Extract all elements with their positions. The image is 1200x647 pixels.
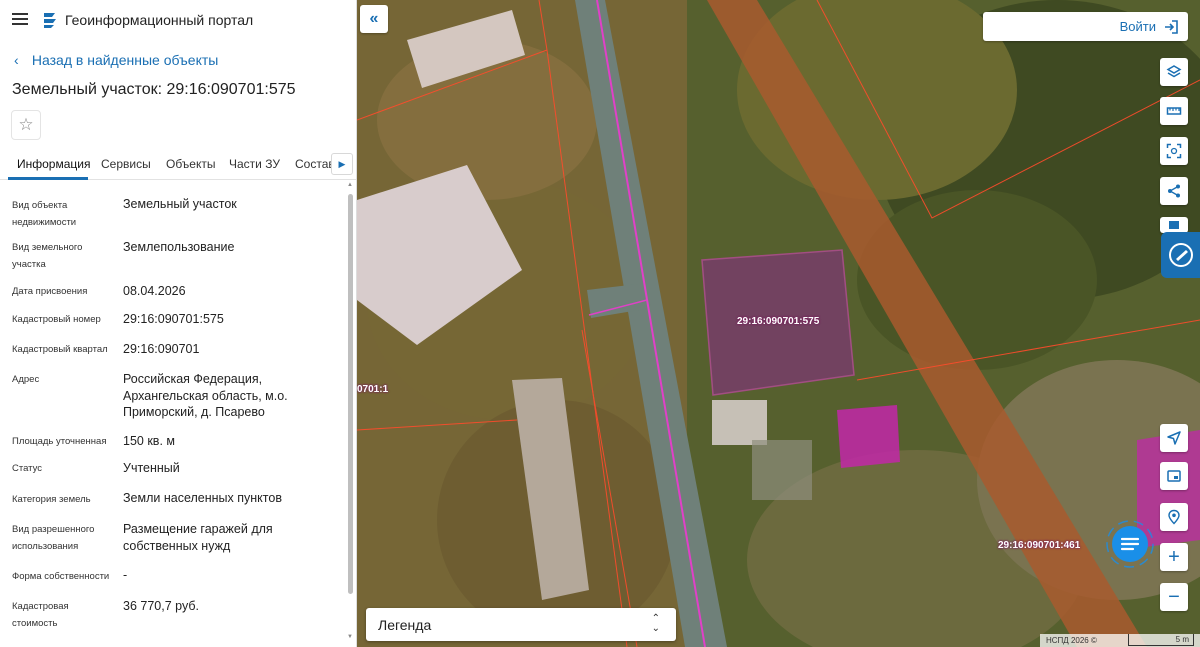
property-label: Статус <box>12 463 43 474</box>
object-title: Земельный участок: 29:16:090701:575 <box>12 81 296 98</box>
ruler-icon <box>1166 107 1182 115</box>
login-label: Войти <box>1119 19 1156 34</box>
assistant-chat-button[interactable] <box>1106 520 1154 568</box>
info-panel: Геоинформационный портал ‹ Назад в найде… <box>0 0 357 647</box>
top-bar: Геоинформационный портал <box>0 0 356 40</box>
property-label: Кадастровая стоимость <box>12 601 69 629</box>
map-attribution: НСПД 2026 © 5 m <box>1040 634 1200 647</box>
feedback-tab-button[interactable] <box>1161 232 1200 278</box>
portal-logo-icon <box>44 13 56 28</box>
minimap-button[interactable] <box>1160 462 1188 490</box>
location-pin-icon <box>1168 509 1180 525</box>
property-value: - <box>123 568 128 582</box>
location-search-button[interactable] <box>1160 503 1188 531</box>
property-value: Российская Федерация, Архангельская обла… <box>123 372 288 419</box>
select-area-icon <box>1166 143 1182 159</box>
attribution-text: НСПД 2026 © <box>1046 636 1097 645</box>
star-icon: ☆ <box>18 115 34 134</box>
property-label: Вид разрешенного использования <box>12 524 95 552</box>
feedback-chat-icon <box>1168 243 1193 267</box>
ruler-button[interactable] <box>1160 97 1188 125</box>
print-icon <box>1169 221 1179 229</box>
tab-information[interactable]: Информация <box>17 157 90 171</box>
chevron-left-icon: ‹ <box>14 52 19 68</box>
panel-scrollbar[interactable]: ▲ ▼ <box>346 182 355 647</box>
property-value: 36 770,7 руб. <box>123 599 199 613</box>
caret-right-icon: ▶ <box>338 158 346 169</box>
scroll-up-arrow-icon[interactable]: ▲ <box>347 182 353 188</box>
property-value: 29:16:090701:575 <box>123 312 224 326</box>
scroll-down-arrow-icon[interactable]: ▼ <box>347 634 353 640</box>
app-root: Геоинформационный портал ‹ Назад в найде… <box>0 0 1200 647</box>
parcel-label-left: 0701:1 <box>357 384 389 395</box>
zoom-out-button[interactable]: − <box>1160 583 1188 611</box>
property-label: Кадастровый квартал <box>12 344 108 355</box>
tab-bar: Информация Сервисы Объекты Части ЗУ Сост… <box>0 150 356 180</box>
tabs-scroll-right-button[interactable]: ▶ <box>331 153 353 175</box>
hamburger-menu-icon[interactable] <box>12 13 28 25</box>
parcel-label-main: 29:16:090701:575 <box>737 316 820 327</box>
minus-icon: − <box>1168 586 1180 608</box>
property-label: Вид объекта недвижимости <box>12 200 77 228</box>
property-value: 150 кв. м <box>123 434 175 448</box>
scroll-thumb[interactable] <box>348 194 353 594</box>
minimap-icon <box>1167 470 1181 482</box>
legend-selector[interactable]: Легенда ⌃ ⌄ <box>366 608 676 641</box>
print-button[interactable] <box>1160 217 1188 233</box>
scale-bar: 5 m <box>1128 634 1194 646</box>
share-button[interactable] <box>1160 177 1188 205</box>
tab-objects[interactable]: Объекты <box>166 157 216 171</box>
parcel-label-neighbor: 29:16:090701:461 <box>998 540 1081 551</box>
tab-services[interactable]: Сервисы <box>101 157 151 171</box>
zoom-in-button[interactable]: + <box>1160 543 1188 571</box>
map-view[interactable]: 29:16:090701:575 29:16:090701:461 0701:1 <box>357 0 1200 647</box>
portal-title: Геоинформационный портал <box>65 12 254 28</box>
property-value: 29:16:090701 <box>123 342 200 356</box>
property-label: Дата присвоения <box>12 286 88 297</box>
property-label: Кадастровый номер <box>12 314 101 325</box>
login-button[interactable]: Войти <box>983 12 1188 41</box>
back-link-label: Назад в найденные объекты <box>31 52 219 68</box>
tab-composition[interactable]: Состав <box>295 157 335 171</box>
property-value: Учтенный <box>123 461 180 475</box>
collapse-panel-button[interactable]: « <box>360 5 388 33</box>
active-tab-indicator <box>8 177 88 180</box>
property-value: Землепользование <box>123 240 235 254</box>
login-arrow-icon <box>1165 20 1178 34</box>
layers-button[interactable] <box>1160 58 1188 86</box>
property-label: Площадь уточненная <box>12 436 107 447</box>
property-value: 08.04.2026 <box>123 284 186 298</box>
tab-parts[interactable]: Части ЗУ <box>229 157 280 171</box>
plus-icon: + <box>1168 546 1180 568</box>
geolocation-button[interactable] <box>1160 424 1188 452</box>
double-chevron-left-icon: « <box>369 10 379 27</box>
legend-label: Легенда <box>378 617 432 633</box>
property-label: Вид земельного участка <box>12 242 83 270</box>
property-value: Земли населенных пунктов <box>123 491 282 505</box>
property-value: Земельный участок <box>123 197 237 211</box>
property-label: Категория земель <box>12 494 91 505</box>
property-label: Форма собственности <box>12 571 110 582</box>
favorite-star-button[interactable]: ☆ <box>11 110 41 140</box>
up-down-chevron-icon: ⌃ ⌄ <box>651 613 660 634</box>
back-to-results-link[interactable]: ‹ Назад в найденные объекты <box>14 52 218 68</box>
select-area-button[interactable] <box>1160 137 1188 165</box>
property-value: Размещение гаражей для собственных нужд <box>123 522 273 553</box>
property-label: Адрес <box>12 374 40 385</box>
layers-icon <box>1166 65 1182 78</box>
share-icon <box>1168 184 1180 198</box>
navigation-arrow-icon <box>1167 431 1181 445</box>
